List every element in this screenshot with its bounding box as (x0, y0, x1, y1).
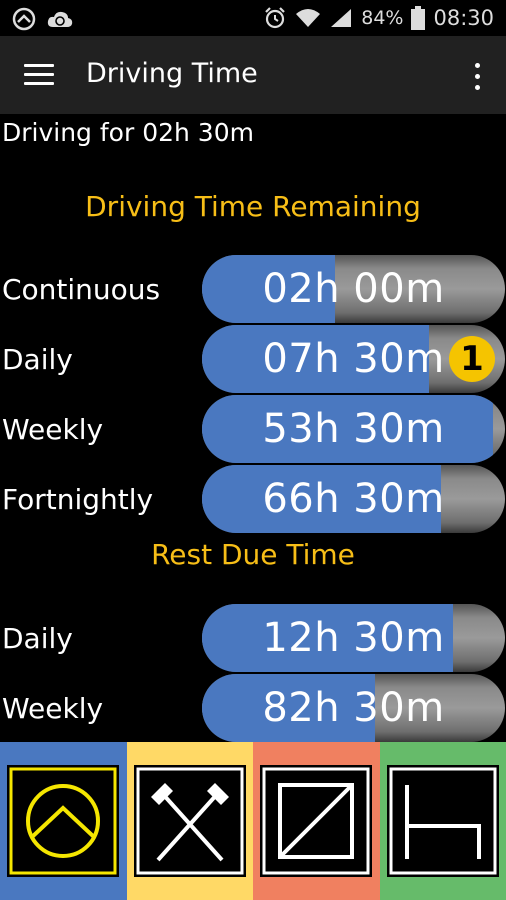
bar-value: 66h 30m (262, 476, 445, 522)
crossed-hammers-icon (136, 767, 243, 875)
tab-availability[interactable] (253, 742, 380, 900)
remaining-label-fortnightly: Fortnightly (2, 483, 154, 516)
tab-rest[interactable] (379, 742, 506, 900)
steering-wheel-icon (9, 767, 117, 875)
remaining-label-weekly: Weekly (2, 413, 104, 446)
tab-driving[interactable] (0, 742, 127, 900)
app-title: Driving Time (86, 58, 258, 89)
bar-value: 02h 00m (262, 266, 445, 312)
availability-icon (262, 767, 370, 875)
battery-percent: 84% (361, 7, 404, 29)
notification-badge: 1 (449, 336, 495, 382)
status-time: 08:30 (433, 6, 494, 30)
overflow-menu-icon[interactable] (472, 60, 482, 94)
rest-bar-weekly[interactable]: 82h 30m (202, 674, 505, 742)
rest-label-daily: Daily (2, 622, 73, 655)
battery-icon (411, 6, 426, 30)
app-bar: Driving Time (0, 36, 506, 114)
remaining-bar-weekly[interactable]: 53h 30m (202, 395, 505, 463)
rest-label-weekly: Weekly (2, 692, 104, 725)
cloud-sync-icon (47, 11, 73, 27)
activity-bar (0, 742, 506, 900)
remaining-section-title: Driving Time Remaining (85, 190, 421, 223)
remaining-bar-fortnightly[interactable]: 66h 30m (202, 465, 505, 533)
remaining-bar-continuous[interactable]: 02h 00m (202, 255, 505, 323)
menu-icon[interactable] (24, 62, 56, 88)
rest-bar-daily[interactable]: 12h 30m (202, 604, 505, 672)
status-bar: 84% 08:30 (0, 0, 506, 36)
alarm-icon (265, 7, 286, 29)
circle-logo-icon (12, 7, 36, 31)
rest-due-section-title: Rest Due Time (151, 538, 355, 571)
bed-icon (389, 767, 496, 875)
wifi-icon (296, 9, 321, 27)
bar-value: 53h 30m (262, 406, 445, 452)
remaining-label-continuous: Continuous (2, 273, 161, 306)
remaining-bar-daily[interactable]: 07h 30m 1 (202, 325, 505, 393)
bar-value: 12h 30m (262, 615, 445, 661)
signal-icon (331, 9, 352, 27)
remaining-label-daily: Daily (2, 343, 73, 376)
tab-work[interactable] (126, 742, 253, 900)
bar-value: 82h 30m (262, 685, 445, 731)
driving-for-text: Driving for 02h 30m (2, 118, 254, 147)
